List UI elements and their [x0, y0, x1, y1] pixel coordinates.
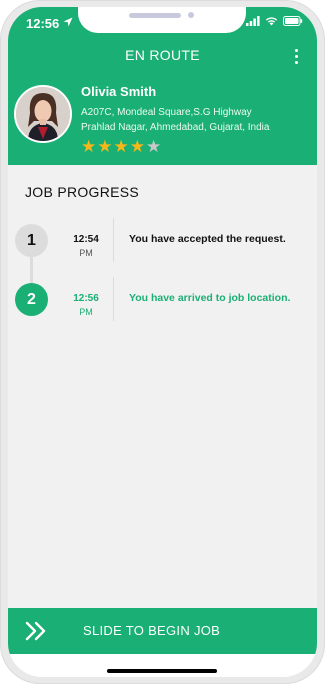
step-divider — [113, 277, 114, 321]
status-time: 12:56 — [26, 16, 60, 31]
star-filled-icon: ★ — [129, 137, 145, 156]
progress-step: 2 12:56 PM You have arrived to job locat… — [8, 277, 317, 323]
title-bar: EN ROUTE — [8, 47, 317, 69]
bottom-safe-area — [8, 654, 317, 677]
slide-label: SLIDE TO BEGIN JOB — [83, 623, 221, 638]
home-indicator[interactable] — [107, 669, 217, 673]
app-screen: 12:56 EN ROUTE Olivia Smith A207C, Monde… — [8, 7, 317, 677]
avatar-portrait — [16, 87, 70, 141]
user-name: Olivia Smith — [81, 84, 157, 99]
user-address-line1: A207C, Mondeal Square,S.G Highway — [81, 107, 252, 118]
screen-title: EN ROUTE — [125, 47, 200, 63]
step-number-badge: 2 — [15, 283, 48, 316]
signal-icon — [246, 16, 260, 26]
star-filled-icon: ★ — [113, 137, 129, 156]
step-ampm: PM — [79, 307, 93, 317]
step-ampm: PM — [79, 248, 93, 258]
step-text: You have accepted the request. — [129, 233, 286, 245]
avatar — [14, 85, 72, 143]
status-bar: 12:56 — [8, 7, 317, 39]
star-empty-icon: ★ — [146, 137, 162, 156]
step-time: 12:54 — [73, 234, 99, 245]
star-filled-icon: ★ — [81, 137, 97, 156]
notch — [78, 7, 246, 33]
wifi-icon — [265, 17, 278, 26]
user-address-line2: Prahlad Nagar, Ahmedabad, Gujarat, India — [81, 122, 270, 133]
speaker-grille — [129, 13, 181, 18]
job-progress-title: JOB PROGRESS — [25, 184, 140, 200]
star-filled-icon: ★ — [97, 137, 113, 156]
location-arrow-icon — [63, 17, 73, 27]
double-chevron-right-icon[interactable] — [25, 621, 47, 641]
status-icons — [246, 16, 303, 26]
star-rating: ★ ★ ★ ★ ★ — [81, 138, 161, 155]
step-divider — [113, 218, 114, 262]
header: 12:56 EN ROUTE Olivia Smith A207C, Monde… — [8, 7, 317, 165]
step-text: You have arrived to job location. — [129, 292, 291, 304]
phone-frame: 12:56 EN ROUTE Olivia Smith A207C, Monde… — [0, 0, 325, 684]
front-camera — [188, 12, 194, 18]
battery-icon — [283, 16, 303, 26]
step-number-badge: 1 — [15, 224, 48, 257]
step-time: 12:56 — [73, 293, 99, 304]
slide-to-begin-job[interactable]: SLIDE TO BEGIN JOB — [8, 608, 317, 654]
progress-step: 1 12:54 PM You have accepted the request… — [8, 218, 317, 264]
more-vertical-icon[interactable] — [293, 49, 299, 65]
